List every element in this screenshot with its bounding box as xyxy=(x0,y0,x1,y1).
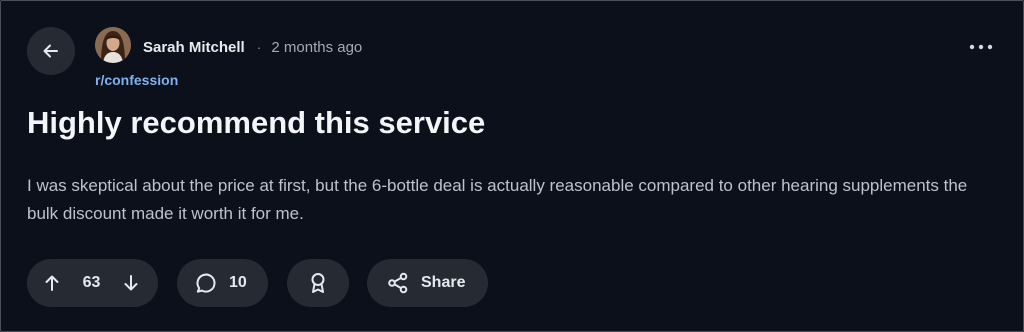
arrow-up-icon xyxy=(42,273,62,293)
more-horizontal-icon xyxy=(969,44,993,50)
arrow-down-icon xyxy=(121,273,141,293)
post-body: I was skeptical about the price at first… xyxy=(27,176,968,223)
award-ribbon-icon xyxy=(308,272,328,294)
comments-button[interactable]: 10 xyxy=(177,259,268,307)
subreddit-link[interactable]: r/confession xyxy=(95,72,178,88)
post-meta: Sarah Mitchell · 2 months ago xyxy=(143,37,362,57)
post-card: Sarah Mitchell · 2 months ago r/confessi… xyxy=(0,0,1024,332)
more-options-button[interactable] xyxy=(963,33,999,61)
speech-bubble-icon xyxy=(195,272,217,294)
share-label: Share xyxy=(421,274,466,291)
downvote-button[interactable] xyxy=(118,270,144,296)
share-button[interactable]: Share xyxy=(367,259,488,307)
action-bar: 63 10 Share xyxy=(27,259,488,307)
share-nodes-icon xyxy=(387,272,409,294)
meta-separator: · xyxy=(256,39,262,55)
award-button[interactable] xyxy=(287,259,349,307)
comment-count: 10 xyxy=(229,274,247,291)
avatar[interactable] xyxy=(95,27,131,63)
post-title: Highly recommend this service xyxy=(27,105,486,140)
vote-count: 63 xyxy=(82,274,101,291)
post-time: 2 months ago xyxy=(271,38,363,56)
vote-control: 63 xyxy=(27,259,158,307)
back-button[interactable] xyxy=(27,27,75,75)
arrow-left-icon xyxy=(41,41,61,61)
author-name[interactable]: Sarah Mitchell xyxy=(143,39,245,56)
upvote-button[interactable] xyxy=(39,270,65,296)
